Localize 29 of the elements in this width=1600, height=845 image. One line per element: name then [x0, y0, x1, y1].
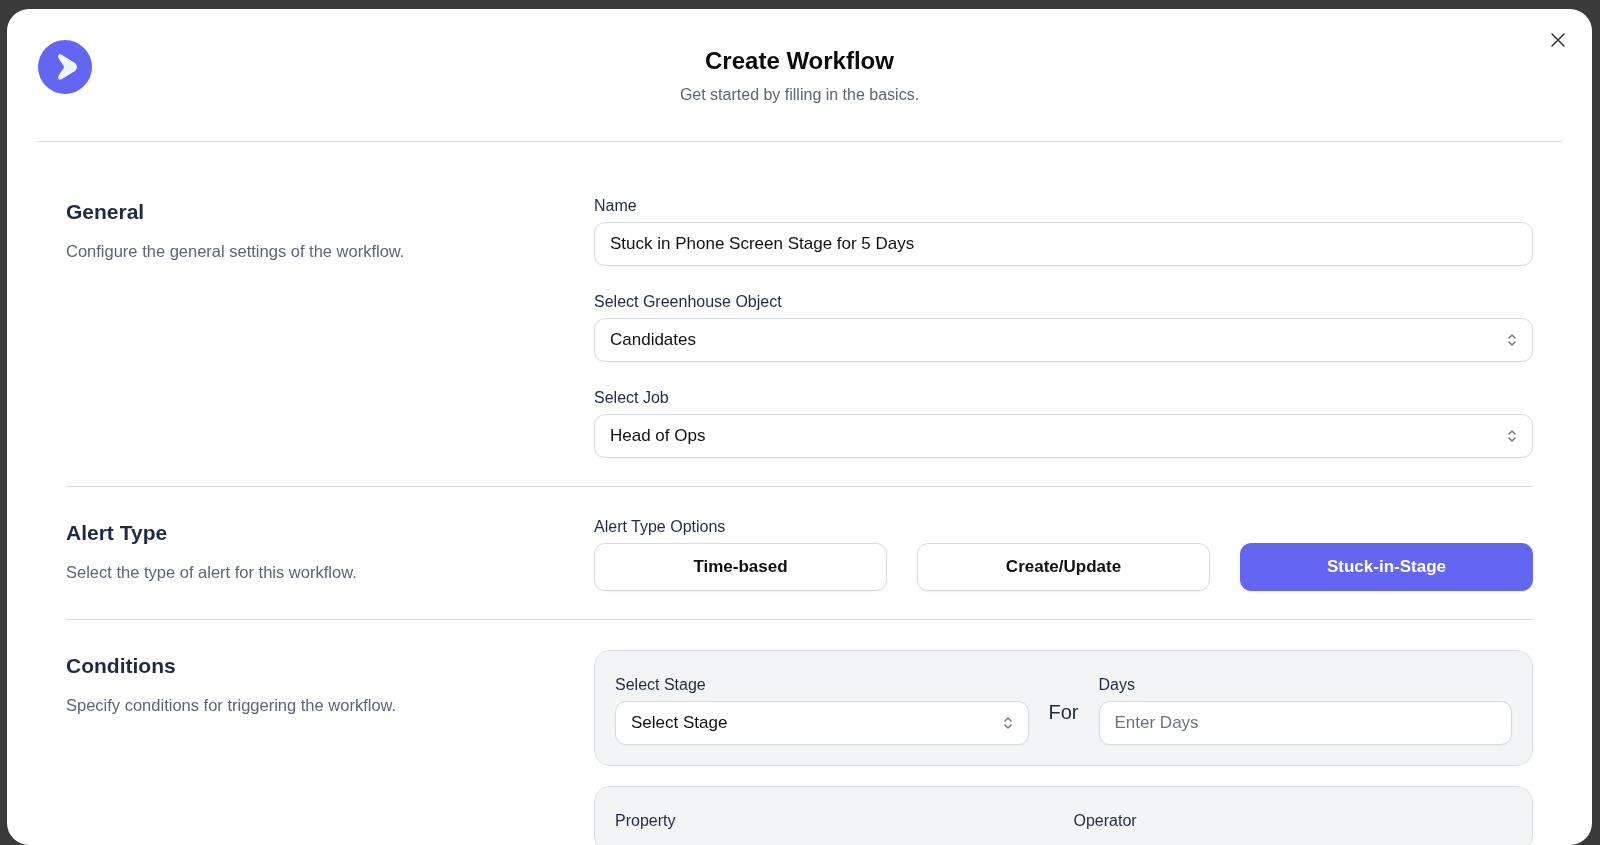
- section-description: Configure the general settings of the workflow.: [66, 242, 406, 261]
- section-heading: Alert Type: [66, 521, 169, 545]
- chevron-up-down-icon: [1002, 716, 1013, 730]
- chevron-up-down-icon: [1507, 333, 1517, 347]
- field-label: Select Job: [594, 388, 670, 408]
- modal-subtitle: Get started by filling in the basics.: [679, 86, 920, 104]
- select-dropdown[interactable]: Candidates: [594, 318, 1533, 362]
- select-dropdown[interactable]: Head of Ops: [594, 414, 1533, 458]
- section-heading: Conditions: [66, 654, 177, 678]
- text-field[interactable]: Stuck in Phone Screen Stage for 5 Days: [594, 222, 1533, 266]
- connector-text: For: [1048, 700, 1079, 724]
- section-heading: General: [66, 200, 146, 224]
- field-label: Alert Type Options: [594, 517, 727, 537]
- alert-type-option[interactable]: Create/Update: [917, 543, 1210, 591]
- field-label: Days: [1098, 675, 1136, 695]
- alert-type-option[interactable]: Stuck-in-Stage: [1240, 543, 1533, 591]
- field-label: Operator: [1073, 811, 1138, 831]
- field-label: Name: [594, 196, 638, 216]
- field-label: Select Greenhouse Object: [594, 292, 783, 312]
- select-dropdown[interactable]: Select Stage: [615, 701, 1029, 745]
- play-logo-icon: [38, 40, 92, 94]
- section-description: Specify conditions for triggering the workflow.: [66, 696, 398, 715]
- field-label: Select Stage: [615, 675, 707, 695]
- alert-type-option[interactable]: Time-based: [594, 543, 887, 591]
- modal-title: Create Workflow: [705, 47, 894, 75]
- text-field[interactable]: Enter Days: [1098, 701, 1512, 745]
- field-label: Property: [615, 811, 677, 831]
- chevron-up-down-icon: [1507, 429, 1517, 443]
- section-description: Select the type of alert for this workflow.: [66, 563, 358, 582]
